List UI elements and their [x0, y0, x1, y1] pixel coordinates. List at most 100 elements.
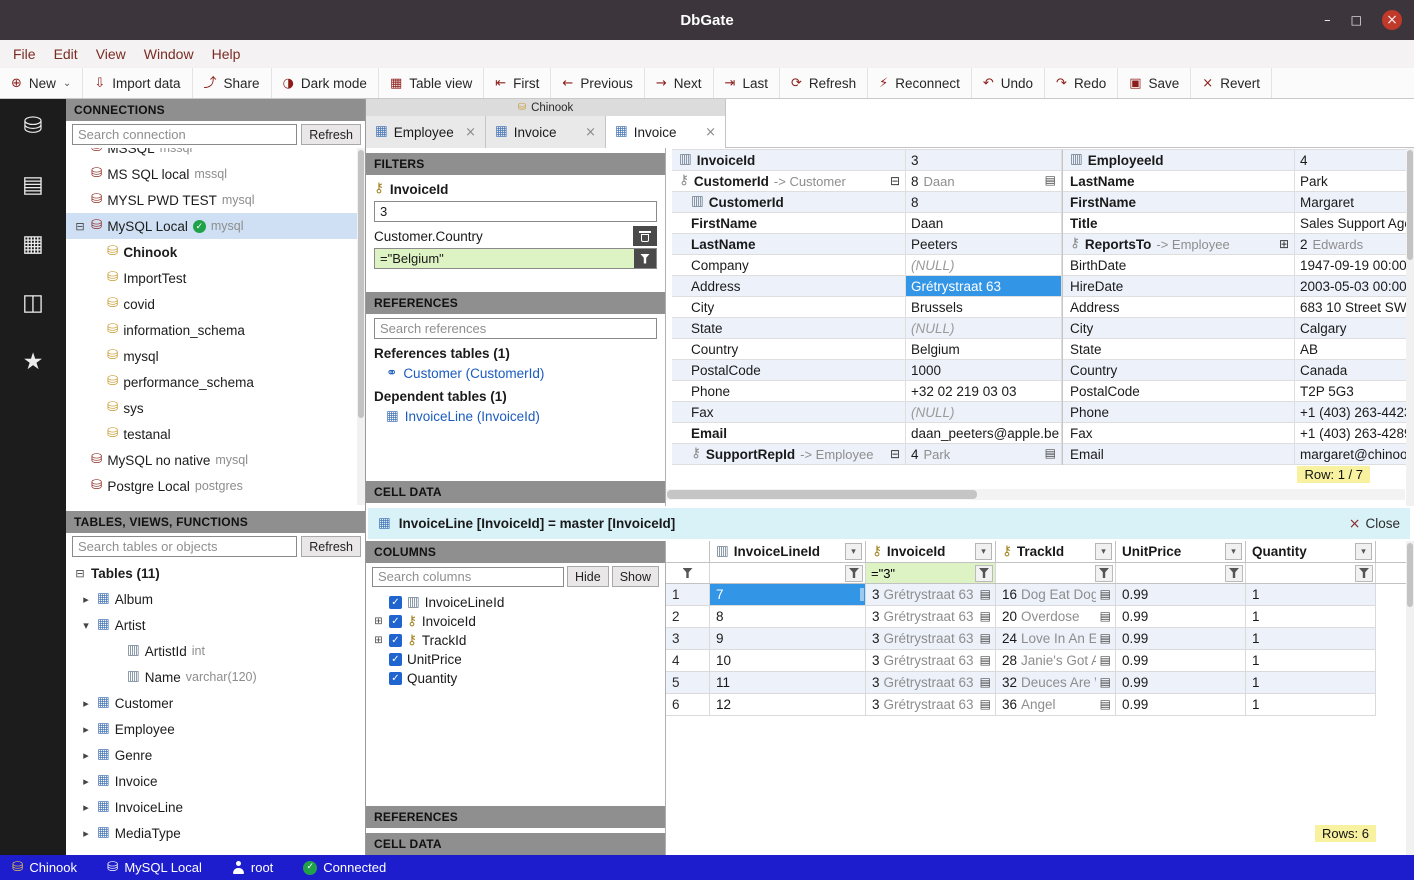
- field-name-cell[interactable]: FirstName: [1063, 192, 1295, 212]
- field-value-cell[interactable]: 4: [1295, 150, 1414, 170]
- field-name-cell[interactable]: Country: [672, 339, 906, 359]
- form-icon[interactable]: [1100, 610, 1111, 624]
- form-icon[interactable]: [980, 676, 991, 690]
- field-value-cell[interactable]: margaret@chinookcorp.com: [1295, 444, 1414, 464]
- hide-button[interactable]: Hide: [567, 566, 609, 587]
- filter-funnel-button[interactable]: [1225, 565, 1243, 582]
- field-value-cell[interactable]: Calgary: [1295, 318, 1414, 338]
- quantity-cell[interactable]: 1: [1246, 650, 1376, 672]
- invoiceid-cell[interactable]: 3 Grétrystraat 63: [866, 606, 996, 628]
- columns-search-input[interactable]: [372, 567, 564, 587]
- trackid-cell[interactable]: 16 Dog Eat Dog: [996, 584, 1116, 606]
- expander-icon[interactable]: ⊞: [373, 635, 384, 646]
- remove-filter-button[interactable]: [633, 226, 657, 246]
- form-icon[interactable]: [1100, 588, 1111, 602]
- trackid-cell[interactable]: 20 Overdose: [996, 606, 1116, 628]
- field-name-cell[interactable]: ReportsTo -> Employee ⊞: [1063, 234, 1295, 254]
- column-checkbox[interactable]: [389, 653, 402, 666]
- expander-icon[interactable]: ▸: [80, 697, 92, 710]
- tab[interactable]: Invoice: [486, 116, 606, 148]
- column-checkbox[interactable]: [389, 615, 402, 628]
- field-name-cell[interactable]: Email: [1063, 444, 1295, 464]
- connections-refresh-button[interactable]: Refresh: [301, 124, 361, 145]
- unitprice-cell[interactable]: 0.99: [1116, 672, 1246, 694]
- expander-icon[interactable]: ▸: [80, 801, 92, 814]
- connection-item[interactable]: performance_schema: [66, 369, 365, 395]
- field-value-cell[interactable]: Peeters: [906, 234, 1062, 254]
- field-name-cell[interactable]: State: [1063, 339, 1295, 359]
- field-value-cell[interactable]: 4 Park: [906, 444, 1062, 464]
- grid-column-header[interactable]: UnitPrice: [1116, 541, 1246, 562]
- field-value-cell[interactable]: 2003-05-03 00:00:00: [1295, 276, 1414, 296]
- field-name-cell[interactable]: Company: [672, 255, 906, 275]
- column-menu-button[interactable]: [1225, 543, 1242, 560]
- filter-funnel-button[interactable]: [975, 565, 993, 582]
- table-item[interactable]: ▸ InvoiceLine: [66, 794, 365, 820]
- invoicelineid-cell[interactable]: 12: [710, 694, 866, 716]
- filter-funnel-button[interactable]: [845, 565, 863, 582]
- form-icon[interactable]: [980, 632, 991, 646]
- quantity-cell[interactable]: 1: [1246, 584, 1376, 606]
- connection-item[interactable]: information_schema: [66, 317, 365, 343]
- field-name-cell[interactable]: LastName: [672, 234, 906, 254]
- field-name-cell[interactable]: Phone: [1063, 402, 1295, 422]
- field-name-cell[interactable]: CustomerId: [672, 192, 906, 212]
- invoicelineid-cell[interactable]: 10: [710, 650, 866, 672]
- connections-rail-icon[interactable]: [23, 113, 42, 139]
- unitprice-cell[interactable]: 0.99: [1116, 606, 1246, 628]
- show-button[interactable]: Show: [612, 566, 659, 587]
- connection-item[interactable]: MYSL PWD TEST mysql: [66, 187, 365, 213]
- form-icon[interactable]: [1045, 447, 1056, 461]
- field-name-cell[interactable]: PostalCode: [672, 360, 906, 380]
- column-filter-input[interactable]: [1118, 566, 1225, 581]
- statusbar-item[interactable]: MySQL Local: [107, 860, 202, 875]
- form-icon[interactable]: [1100, 698, 1111, 712]
- expander-icon[interactable]: ▾: [80, 619, 92, 632]
- field-name-cell[interactable]: Address: [672, 276, 906, 296]
- field-name-cell[interactable]: LastName: [1063, 171, 1295, 191]
- grid-column-header[interactable]: Quantity: [1246, 541, 1376, 562]
- tab-close-icon[interactable]: [465, 125, 476, 140]
- connection-item[interactable]: sys: [66, 395, 365, 421]
- field-value-cell[interactable]: Belgium: [906, 339, 1062, 359]
- form-icon[interactable]: [980, 610, 991, 624]
- expander-icon[interactable]: ▸: [80, 593, 92, 606]
- field-name-cell[interactable]: BirthDate: [1063, 255, 1295, 275]
- maximize-button[interactable]: [1351, 13, 1362, 28]
- quantity-cell[interactable]: 1: [1246, 694, 1376, 716]
- form-icon[interactable]: [980, 698, 991, 712]
- quantity-cell[interactable]: 1: [1246, 672, 1376, 694]
- field-name-cell[interactable]: Phone: [672, 381, 906, 401]
- field-name-cell[interactable]: PostalCode: [1063, 381, 1295, 401]
- column-checkbox[interactable]: [389, 672, 402, 685]
- tab-close-icon[interactable]: [705, 125, 716, 140]
- table-item[interactable]: ⊟ Tables (11): [66, 560, 365, 586]
- minimize-button[interactable]: [1324, 13, 1331, 28]
- field-value-cell[interactable]: 683 10 Street SW: [1295, 297, 1414, 317]
- connection-item[interactable]: MS SQL local mssql: [66, 161, 365, 187]
- field-value-cell[interactable]: Margaret: [1295, 192, 1414, 212]
- menu-item[interactable]: Help: [203, 46, 250, 62]
- row-number-cell[interactable]: 6: [666, 694, 710, 716]
- trackid-cell[interactable]: 32 Deuces Are Wild: [996, 672, 1116, 694]
- close-button[interactable]: [1382, 10, 1402, 30]
- expander-icon[interactable]: ▸: [80, 723, 92, 736]
- row-number-cell[interactable]: 4: [666, 650, 710, 672]
- files-rail-icon[interactable]: [22, 172, 44, 198]
- field-value-cell[interactable]: (NULL): [906, 402, 1062, 422]
- row-number-cell[interactable]: 3: [666, 628, 710, 650]
- field-value-cell[interactable]: Canada: [1295, 360, 1414, 380]
- invoiceid-cell[interactable]: 3 Grétrystraat 63: [866, 650, 996, 672]
- column-filter-input[interactable]: [868, 566, 975, 581]
- column-menu-button[interactable]: [1355, 543, 1372, 560]
- toolbar-button[interactable]: × Revert: [1191, 68, 1272, 98]
- tab-close-icon[interactable]: [585, 125, 596, 140]
- field-name-cell[interactable]: EmployeeId: [1063, 150, 1295, 170]
- expander-icon[interactable]: ▸: [80, 775, 92, 788]
- trackid-cell[interactable]: 28 Janie's Got A Gun: [996, 650, 1116, 672]
- filter-funnel-button[interactable]: [634, 249, 656, 268]
- invoiceid-cell[interactable]: 3 Grétrystraat 63: [866, 694, 996, 716]
- toolbar-button[interactable]: ↷ Redo: [1045, 68, 1118, 98]
- field-value-cell[interactable]: 2 Edwards: [1295, 234, 1414, 254]
- field-name-cell[interactable]: Fax: [1063, 423, 1295, 443]
